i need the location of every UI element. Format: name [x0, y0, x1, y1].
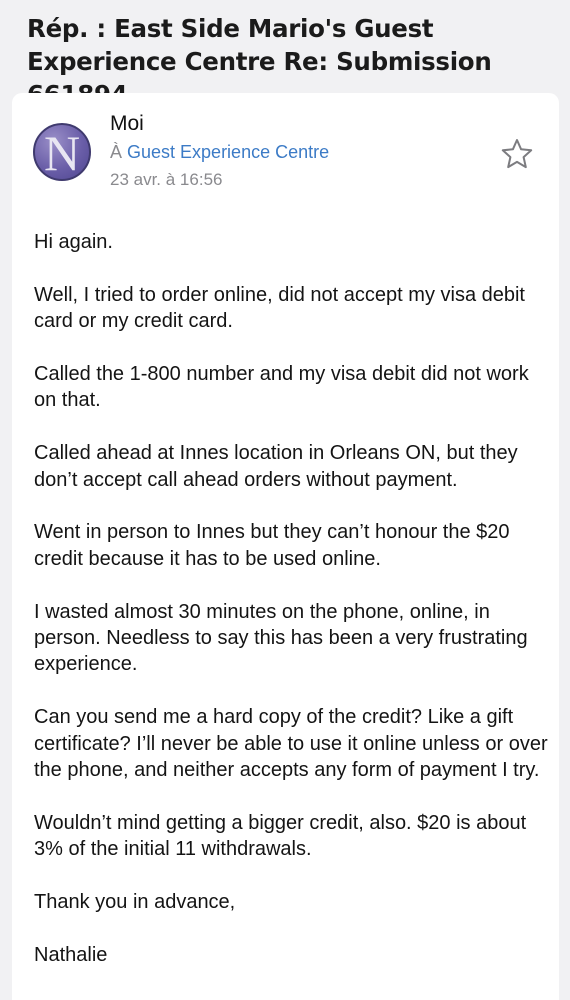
body-paragraph: Well, I tried to order online, did not a…	[34, 283, 525, 333]
body-signature: Nathalie	[34, 943, 108, 966]
to-prefix: À	[110, 142, 128, 162]
body-paragraph: Wouldn’t mind getting a bigger credit, a…	[34, 811, 527, 861]
email-date: 23 avr. à 16:56	[110, 170, 223, 189]
star-icon[interactable]	[500, 137, 534, 171]
recipient-line: À Guest Experience Centre	[110, 142, 329, 163]
email-body: Hi again. Well, I tried to order online,…	[34, 229, 549, 995]
avatar[interactable]: N	[33, 123, 91, 181]
body-paragraph: I wasted almost 30 minutes on the phone,…	[34, 600, 528, 676]
email-card: N Moi À Guest Experience Centre 23 avr. …	[12, 93, 559, 1000]
body-paragraph-greeting: Hi again.	[34, 231, 113, 253]
body-paragraph: Called ahead at Innes location in Orlean…	[34, 442, 518, 491]
recipient-name[interactable]: Guest Experience Centre	[127, 142, 329, 162]
body-paragraph: Went in person to Innes but they can’t h…	[34, 521, 510, 570]
sender-name[interactable]: Moi	[110, 112, 144, 136]
avatar-initial: N	[43, 125, 81, 181]
body-paragraph: Can you send me a hard copy of the credi…	[34, 706, 548, 782]
body-paragraph: Called the 1-800 number and my visa debi…	[34, 363, 529, 412]
body-paragraph-closing: Thank you in advance,	[34, 891, 236, 914]
